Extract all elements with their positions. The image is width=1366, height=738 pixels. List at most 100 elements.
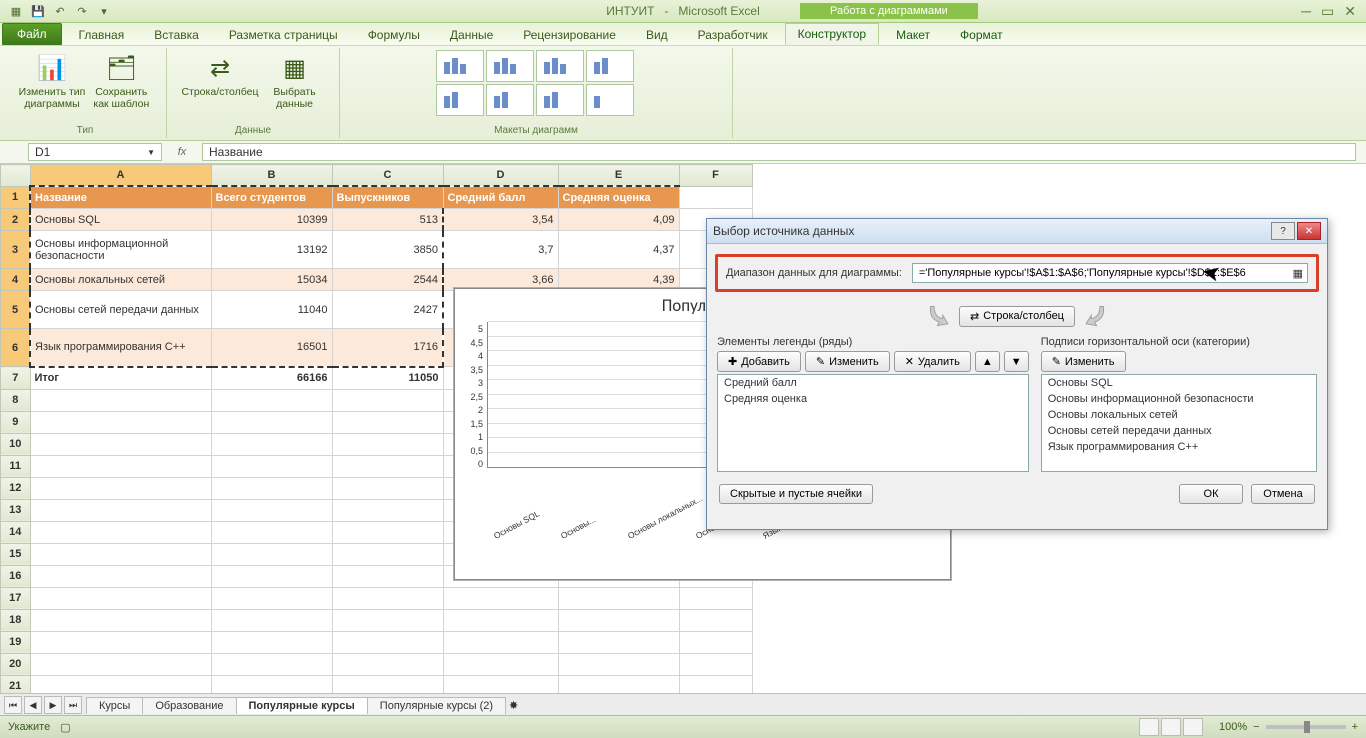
template-icon: 🗂	[105, 52, 137, 84]
zoom-level[interactable]: 100%	[1219, 721, 1247, 733]
switch-icon: ⇄	[970, 310, 979, 323]
tab-page-layout[interactable]: Разметка страницы	[216, 24, 351, 45]
qat-more-icon[interactable]: ▾	[96, 3, 112, 19]
name-box[interactable]: D1▼	[28, 143, 162, 161]
worksheet[interactable]: ABCDEF1НазваниеВсего студентовВыпускнико…	[0, 164, 1366, 693]
dialog-title: Выбор источника данных	[713, 224, 854, 238]
page-layout-view-icon[interactable]	[1161, 718, 1181, 736]
layout-thumb[interactable]	[536, 84, 584, 116]
layout-thumb[interactable]	[586, 50, 634, 82]
tab-file[interactable]: Файл	[2, 23, 62, 45]
last-sheet-icon[interactable]: ⏭	[64, 696, 82, 714]
edit-series-button[interactable]: ✎Изменить	[805, 351, 890, 372]
layout-thumb[interactable]	[436, 50, 484, 82]
range-input[interactable]: ▦	[912, 263, 1308, 283]
tab-data[interactable]: Данные	[437, 24, 506, 45]
switch-icon: ⇄	[204, 52, 236, 84]
sheet-tab[interactable]: Популярные курсы (2)	[367, 697, 506, 714]
group-layouts-label: Макеты диаграмм	[340, 125, 732, 136]
close-icon[interactable]: ✕	[1297, 222, 1321, 240]
switch-row-col-button[interactable]: ⇄ Строка/столбец	[181, 50, 258, 136]
ribbon-tabs: Файл Главная Вставка Разметка страницы Ф…	[0, 23, 1366, 46]
first-sheet-icon[interactable]: ⏮	[4, 696, 22, 714]
minimize-icon[interactable]: ─	[1301, 3, 1311, 20]
tab-developer[interactable]: Разработчик	[685, 24, 781, 45]
dialog-title-bar[interactable]: Выбор источника данных ? ✕	[707, 219, 1327, 244]
range-picker-icon[interactable]: ▦	[1293, 267, 1303, 280]
page-break-view-icon[interactable]	[1183, 718, 1203, 736]
zoom-slider[interactable]	[1266, 725, 1346, 729]
tab-format[interactable]: Формат	[947, 24, 1016, 45]
arrow-down-icon	[1075, 303, 1111, 329]
title-bar: ▦ 💾 ↶ ↷ ▾ ИНТУИТ-Microsoft Excel Работа …	[0, 0, 1366, 23]
select-data-button[interactable]: ▦ Выбрать данные	[265, 50, 325, 136]
cancel-button[interactable]: Отмена	[1251, 484, 1315, 504]
status-bar: Укажите ▢ 100% − +	[0, 715, 1366, 738]
normal-view-icon[interactable]	[1139, 718, 1159, 736]
chart-layouts-gallery[interactable]	[436, 50, 636, 116]
hidden-cells-button[interactable]: Скрытые и пустые ячейки	[719, 484, 873, 504]
group-type-label: Тип	[4, 125, 166, 136]
window-title: ИНТУИТ-Microsoft Excel	[606, 4, 760, 18]
layout-thumb[interactable]	[536, 50, 584, 82]
save-template-button[interactable]: 🗂 Сохранить как шаблон	[91, 50, 151, 136]
zoom-out-icon[interactable]: −	[1253, 721, 1259, 733]
add-series-button[interactable]: ✚Добавить	[717, 351, 801, 372]
redo-icon[interactable]: ↷	[74, 3, 90, 19]
excel-icon: ▦	[8, 3, 24, 19]
edit-axis-button[interactable]: ✎Изменить	[1041, 351, 1126, 372]
tab-layout[interactable]: Макет	[883, 24, 943, 45]
tab-home[interactable]: Главная	[66, 24, 138, 45]
formula-bar-row: D1▼ fx Название	[0, 141, 1366, 164]
ok-button[interactable]: ОК	[1179, 484, 1243, 504]
save-icon[interactable]: 💾	[30, 3, 46, 19]
tab-view[interactable]: Вид	[633, 24, 681, 45]
switch-row-col-button[interactable]: ⇄Строка/столбец	[959, 306, 1075, 327]
undo-icon[interactable]: ↶	[52, 3, 68, 19]
close-icon[interactable]: ✕	[1344, 3, 1356, 20]
sheet-tab[interactable]: Курсы	[86, 697, 143, 714]
window-buttons: ─ ▭ ✕	[1301, 3, 1366, 20]
chevron-down-icon[interactable]: ▼	[147, 148, 155, 157]
ribbon: 📊 Изменить тип диаграммы 🗂 Сохранить как…	[0, 46, 1366, 141]
macro-record-icon[interactable]: ▢	[60, 721, 70, 734]
fx-icon[interactable]: fx	[162, 146, 202, 158]
range-label: Диапазон данных для диаграммы:	[726, 267, 902, 279]
sheet-tabs-bar: ⏮ ◀ ▶ ⏭ Курсы Образование Популярные кур…	[0, 693, 1366, 716]
legend-entries-label: Элементы легенды (ряды)	[717, 336, 1029, 348]
new-sheet-icon[interactable]: ✸	[509, 699, 518, 712]
zoom-in-icon[interactable]: +	[1352, 721, 1358, 733]
move-up-button[interactable]: ▲	[975, 351, 1000, 372]
formula-bar[interactable]: Название	[202, 143, 1356, 161]
tab-formulas[interactable]: Формулы	[355, 24, 433, 45]
edit-icon: ✎	[816, 355, 825, 368]
quick-access-toolbar: ▦ 💾 ↶ ↷ ▾	[0, 3, 112, 19]
delete-icon: ✕	[905, 355, 914, 368]
move-down-button[interactable]: ▼	[1004, 351, 1029, 372]
select-data-source-dialog: Выбор источника данных ? ✕ Диапазон данн…	[706, 218, 1328, 530]
sheet-tab[interactable]: Популярные курсы	[236, 697, 368, 714]
group-data-label: Данные	[167, 125, 339, 136]
prev-sheet-icon[interactable]: ◀	[24, 696, 42, 714]
layout-thumb[interactable]	[436, 84, 484, 116]
layout-thumb[interactable]	[486, 84, 534, 116]
delete-series-button[interactable]: ✕Удалить	[894, 351, 971, 372]
series-listbox[interactable]: Средний баллСредняя оценка	[717, 374, 1029, 472]
range-field[interactable]	[917, 266, 1293, 280]
chart-data-range-row: Диапазон данных для диаграммы: ▦	[715, 254, 1319, 292]
next-sheet-icon[interactable]: ▶	[44, 696, 62, 714]
tab-design[interactable]: Конструктор	[785, 23, 879, 45]
sheet-tab[interactable]: Образование	[142, 697, 236, 714]
change-chart-type-button[interactable]: 📊 Изменить тип диаграммы	[19, 50, 86, 136]
tab-insert[interactable]: Вставка	[141, 24, 212, 45]
restore-icon[interactable]: ▭	[1321, 3, 1334, 20]
layout-thumb[interactable]	[586, 84, 634, 116]
layout-thumb[interactable]	[486, 50, 534, 82]
chart-y-axis: 54,543,532,521,510,50	[455, 322, 487, 471]
tab-review[interactable]: Рецензирование	[510, 24, 629, 45]
categories-listbox[interactable]: Основы SQLОсновы информационной безопасн…	[1041, 374, 1317, 472]
add-icon: ✚	[728, 355, 737, 368]
help-icon[interactable]: ?	[1271, 222, 1295, 240]
chart-tools-title: Работа с диаграммами	[800, 3, 978, 19]
select-data-icon: ▦	[279, 52, 311, 84]
